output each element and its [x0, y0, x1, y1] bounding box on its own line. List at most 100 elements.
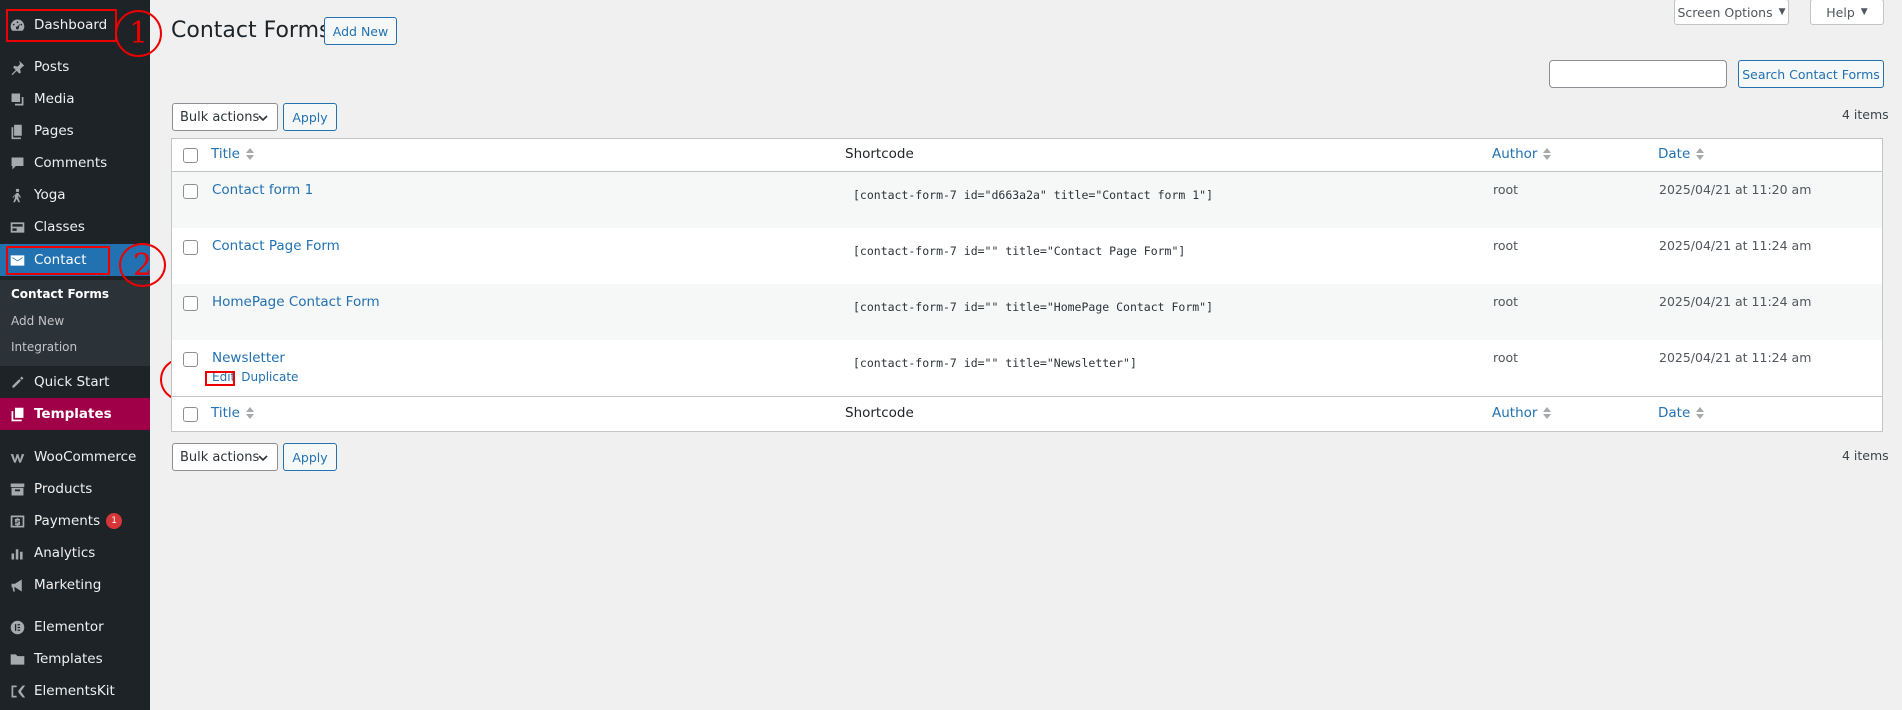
form-title-link[interactable]: Contact form 1 [212, 182, 313, 198]
menu-label: Dashboard [34, 17, 108, 33]
page-title: Contact Forms [171, 18, 331, 43]
chevron-down-icon [257, 112, 269, 128]
date-text: 2025/04/21 at 11:20 am [1659, 182, 1812, 197]
menu-contact[interactable]: Contact [0, 244, 150, 276]
date-text: 2025/04/21 at 11:24 am [1659, 294, 1812, 309]
menu-elementor[interactable]: Elementor [0, 611, 150, 643]
bulk-actions-select-bottom[interactable]: Bulk actions [172, 443, 278, 471]
folder-icon [0, 651, 34, 668]
column-shortcode: Shortcode [845, 146, 914, 162]
chevron-down-icon [257, 452, 269, 468]
form-title-link[interactable]: Contact Page Form [212, 238, 340, 254]
bulk-actions-select-top[interactable]: Bulk actions [172, 103, 278, 131]
row-checkbox[interactable] [183, 184, 198, 199]
elementskit-icon [0, 683, 34, 700]
menu-label: Products [34, 481, 93, 497]
menu-label: Pages [34, 123, 74, 139]
row-actions: Edit Duplicate [212, 370, 298, 384]
column-date-sort[interactable]: Date [1658, 405, 1705, 421]
classes-icon [0, 219, 34, 236]
table-row: Contact Page Form [contact-form-7 id="" … [172, 228, 1882, 284]
quickstart-icon [0, 374, 34, 391]
items-count-bottom: 4 items [1842, 448, 1889, 463]
menu-marketing[interactable]: Marketing [0, 569, 150, 601]
menu-dashboard[interactable]: Dashboard [0, 9, 150, 41]
menu-pages[interactable]: Pages [0, 115, 150, 147]
menu-elementskit[interactable]: ElementsKit [0, 675, 150, 707]
search-contact-forms-button[interactable]: Search Contact Forms [1738, 60, 1884, 88]
row-checkbox[interactable] [183, 352, 198, 367]
update-count-badge: 1 [106, 513, 123, 529]
help-button[interactable]: Help ▼ [1810, 0, 1884, 25]
submenu-contact-forms[interactable]: Contact Forms [11, 287, 109, 301]
admin-sidebar: Dashboard Posts Media Pages Comments Yog… [0, 0, 150, 710]
menu-posts[interactable]: Posts [0, 51, 150, 83]
add-new-button[interactable]: Add New [324, 17, 397, 45]
apply-button-bottom[interactable]: Apply [283, 443, 337, 471]
column-author-sort[interactable]: Author [1492, 146, 1552, 162]
row-checkbox[interactable] [183, 296, 198, 311]
date-text: 2025/04/21 at 11:24 am [1659, 238, 1812, 253]
column-shortcode: Shortcode [845, 405, 914, 421]
help-label: Help [1826, 4, 1855, 20]
row-checkbox[interactable] [183, 240, 198, 255]
menu-label: Media [34, 91, 75, 107]
sort-icon [1696, 148, 1705, 160]
menu-products[interactable]: Products [0, 473, 150, 505]
select-all-checkbox-bottom[interactable] [183, 407, 198, 422]
chart-icon [0, 545, 34, 562]
shortcode-text: [contact-form-7 id="" title="Newsletter"… [853, 356, 1137, 370]
main-content: Contact Forms Add New Screen Options ▼ H… [150, 0, 1902, 710]
menu-media[interactable]: Media [0, 83, 150, 115]
menu-label: Elementor [34, 619, 104, 635]
column-title-label: Title [211, 146, 240, 162]
person-icon [0, 187, 34, 204]
menu-quick-start[interactable]: Quick Start [0, 366, 150, 398]
column-title-label: Title [211, 405, 240, 421]
menu-comments[interactable]: Comments [0, 147, 150, 179]
menu-label: ElementsKit [34, 683, 115, 699]
select-all-checkbox[interactable] [183, 148, 198, 163]
items-count-top: 4 items [1842, 107, 1889, 122]
menu-label: WooCommerce [34, 449, 137, 465]
author-text: root [1493, 350, 1519, 365]
duplicate-link[interactable]: Duplicate [241, 370, 298, 384]
pin-icon [0, 59, 34, 76]
shortcode-text: [contact-form-7 id="" title="Contact Pag… [853, 244, 1186, 258]
table-header: Title Shortcode Author Date [172, 139, 1882, 172]
form-title-link[interactable]: HomePage Contact Form [212, 294, 380, 310]
submenu-add-new[interactable]: Add New [11, 314, 64, 328]
mail-icon [0, 252, 34, 269]
sort-icon [245, 407, 254, 419]
contact-forms-table: Title Shortcode Author Date Contact form… [171, 138, 1883, 432]
column-author-sort[interactable]: Author [1492, 405, 1552, 421]
archive-icon [0, 481, 34, 498]
menu-label: Marketing [34, 577, 102, 593]
edit-link[interactable]: Edit [212, 370, 235, 384]
column-title-sort[interactable]: Title [211, 405, 254, 421]
apply-button-top[interactable]: Apply [283, 103, 337, 131]
menu-analytics[interactable]: Analytics [0, 537, 150, 569]
screen-options-button[interactable]: Screen Options ▼ [1674, 0, 1789, 25]
column-title-sort[interactable]: Title [211, 146, 254, 162]
menu-payments[interactable]: Payments 1 [0, 505, 150, 537]
submenu-integration[interactable]: Integration [11, 340, 77, 354]
woo-icon [0, 449, 34, 466]
menu-label: Payments [34, 513, 101, 529]
author-text: root [1493, 182, 1519, 197]
sort-icon [1543, 148, 1552, 160]
menu-label: Posts [34, 59, 70, 75]
menu-label: Yoga [34, 187, 66, 203]
menu-templates-elementor[interactable]: Templates [0, 643, 150, 675]
menu-classes[interactable]: Classes [0, 211, 150, 243]
menu-woocommerce[interactable]: WooCommerce [0, 441, 150, 473]
caret-down-icon: ▼ [1860, 7, 1868, 17]
menu-label: Contact [34, 252, 87, 268]
column-author-label: Author [1492, 405, 1538, 421]
menu-yoga[interactable]: Yoga [0, 179, 150, 211]
search-input[interactable] [1549, 60, 1727, 88]
menu-templates[interactable]: Templates [0, 398, 150, 430]
form-title-link[interactable]: Newsletter [212, 350, 285, 366]
column-date-sort[interactable]: Date [1658, 146, 1705, 162]
caret-down-icon: ▼ [1778, 7, 1786, 17]
